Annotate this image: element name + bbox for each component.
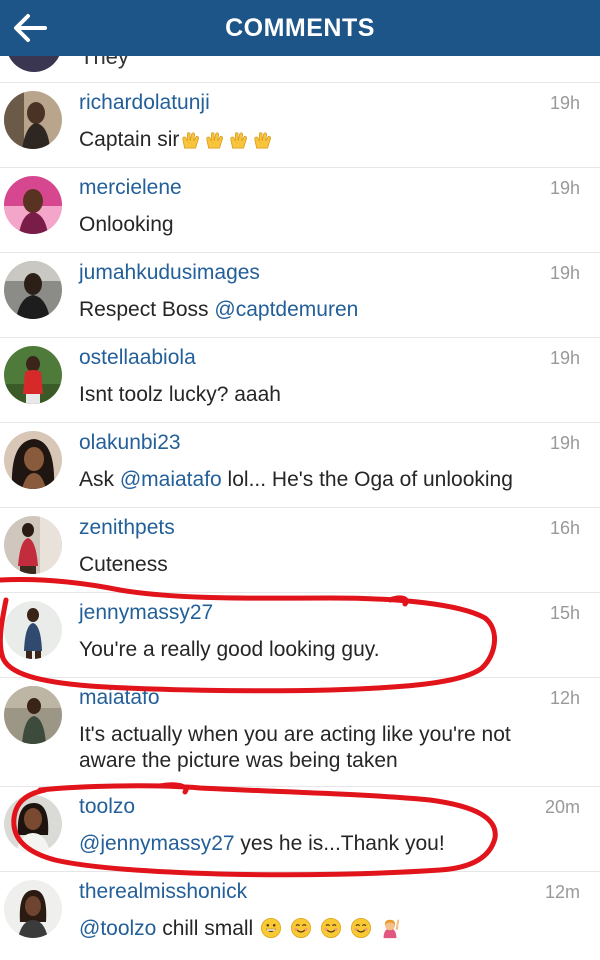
comment-username[interactable]: therealmisshonick [79, 880, 247, 904]
avatar[interactable] [4, 91, 62, 149]
list-item[interactable]: ostellaabiola 19h Isnt toolz lucky? aaah [0, 338, 600, 423]
comment-username[interactable]: olakunbi23 [79, 431, 181, 455]
comment-text: @jennymassy27 yes he is...Thank you! [79, 831, 569, 857]
mention-link[interactable]: @toolzo [79, 917, 156, 940]
list-item[interactable]: jumahkudusimages 19h Respect Boss @captd… [0, 253, 600, 338]
list-item[interactable]: zenithpets 16h Cuteness [0, 508, 600, 593]
comment-text: You're a really good looking guy. [79, 638, 380, 661]
avatar[interactable] [4, 516, 62, 574]
raising-hands-icon [230, 132, 248, 149]
comment-text: Isnt toolz lucky? aaah [79, 383, 281, 406]
avatar[interactable] [4, 880, 62, 938]
list-item[interactable]: mercielene 19h Onlooking [0, 168, 600, 253]
list-item-partial: They [0, 56, 600, 83]
comment-username[interactable]: zenithpets [79, 516, 175, 540]
comment-timestamp: 16h [549, 518, 580, 538]
comment-username[interactable]: ostellaabiola [79, 346, 196, 370]
page-title: COMMENTS [225, 14, 375, 42]
avatar[interactable] [4, 795, 62, 853]
comment-body: yes he is...Thank you! [234, 832, 445, 855]
comment-timestamp: 19h [549, 348, 580, 368]
smiling-face-icon [320, 918, 341, 938]
woman-raising-hand-icon [384, 919, 400, 939]
raising-hands-icon [206, 132, 224, 149]
list-item[interactable]: richardolatunji 19h Captain sir [0, 83, 600, 168]
comment-username[interactable]: jumahkudusimages [79, 261, 260, 285]
list-item[interactable]: olakunbi23 19h Ask @maiatafo lol... He's… [0, 423, 600, 508]
avatar[interactable] [4, 686, 62, 744]
comment-timestamp: 19h [549, 178, 580, 198]
comment-body: Ask [79, 468, 120, 491]
avatar[interactable] [4, 346, 62, 404]
raising-hands-icon [182, 132, 200, 149]
comment-text: Onlooking [79, 213, 174, 236]
comment-body: Respect Boss [79, 298, 215, 321]
comment-text: It's actually when you are acting like y… [79, 723, 511, 772]
comment-timestamp: 19h [549, 93, 580, 113]
comment-text: Cuteness [79, 553, 168, 576]
header-bar: COMMENTS [0, 0, 600, 56]
comment-username[interactable]: toolzo [79, 795, 135, 819]
comment-text: They [80, 56, 129, 69]
list-item[interactable]: toolzo 20m @jennymassy27 yes he is...Tha… [0, 787, 600, 872]
raising-hands-icon [254, 132, 272, 149]
comment-body: lol... He's the Oga of unlooking [221, 468, 513, 491]
avatar [6, 56, 62, 72]
comment-timestamp: 15h [549, 603, 580, 623]
comment-timestamp: 12h [549, 688, 580, 708]
comment-text: Captain sir [79, 127, 569, 153]
comment-username[interactable]: mercielene [79, 176, 182, 200]
mention-link[interactable]: @captdemuren [214, 298, 358, 321]
comment-body: chill small [156, 917, 254, 940]
comment-text: Respect Boss @captdemuren [79, 297, 569, 323]
comment-timestamp: 12m [544, 882, 580, 902]
smiling-face-icon [290, 918, 311, 938]
mention-link[interactable]: @maiatafo [120, 468, 222, 491]
grinning-face-icon [261, 918, 282, 938]
comment-list[interactable]: They richardolatunji 19h Captain sir mer… [0, 56, 600, 960]
comment-body: Captain sir [79, 128, 180, 151]
comment-timestamp: 20m [544, 797, 580, 817]
comment-username[interactable]: jennymassy27 [79, 601, 213, 625]
avatar[interactable] [4, 431, 62, 489]
comment-username[interactable]: richardolatunji [79, 91, 210, 115]
comments-screen: COMMENTS They richardolatunji 19h Captai… [0, 0, 600, 960]
mention-link[interactable]: @jennymassy27 [79, 832, 235, 855]
comment-timestamp: 19h [549, 433, 580, 453]
list-item[interactable]: jennymassy27 15h You're a really good lo… [0, 593, 600, 678]
avatar[interactable] [4, 261, 62, 319]
list-item[interactable]: maiatafo 12h It's actually when you are … [0, 678, 600, 787]
smiling-face-icon [350, 918, 371, 938]
comment-text: Ask @maiatafo lol... He's the Oga of unl… [79, 467, 569, 493]
avatar[interactable] [4, 176, 62, 234]
comment-username[interactable]: maiatafo [79, 686, 160, 710]
comment-timestamp: 19h [549, 263, 580, 283]
comment-text: @toolzo chill small [79, 916, 569, 942]
list-item[interactable]: therealmisshonick 12m @toolzo chill smal… [0, 872, 600, 960]
avatar[interactable] [4, 601, 62, 659]
